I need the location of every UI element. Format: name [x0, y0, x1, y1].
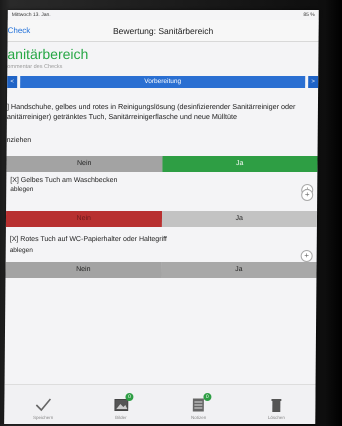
photo-count-badge: 0: [125, 393, 134, 401]
bottom-toolbar: Speichern 0 Bilder 0 Notizen Löschen: [4, 384, 316, 424]
yes-button[interactable]: Ja: [161, 155, 318, 172]
status-bar: Mittwoch 13. Jan. 85 %: [8, 10, 319, 20]
app-screen: Mittwoch 13. Jan. 85 % Check Bewertung: …: [4, 10, 319, 424]
notes-icon: [193, 397, 205, 413]
status-time: Mittwoch 13. Jan.: [11, 12, 51, 18]
question-text: ] Handschuhe, gelbes und rotes in Reinig…: [6, 102, 296, 122]
checkmark-icon: [35, 397, 51, 413]
question-title: [X] Rotes Tuch auf WC-Papierhalter oder …: [9, 235, 167, 243]
comment-field[interactable]: ommentar des Checks: [7, 62, 318, 70]
tab-label: Notizen: [190, 415, 207, 420]
step-prev-button[interactable]: <: [7, 76, 18, 88]
tab-save[interactable]: Speichern: [16, 397, 71, 420]
no-button[interactable]: Nein: [5, 261, 162, 278]
question-action: nziehen: [6, 136, 32, 144]
no-button[interactable]: Nein: [5, 210, 162, 227]
section-title: anitärbereich: [7, 46, 89, 62]
status-battery: 85 %: [303, 12, 315, 18]
step-label: Vorbereitung: [20, 76, 306, 88]
tab-delete[interactable]: Löschen: [249, 397, 304, 420]
question-title: [X] Gelbes Tuch am Waschbecken: [10, 176, 118, 184]
step-navigator: < Vorbereitung >: [7, 76, 319, 88]
tab-label: Bilder: [115, 415, 127, 420]
no-button[interactable]: Nein: [6, 155, 163, 172]
tab-notes[interactable]: 0 Notizen: [171, 393, 226, 420]
answer-toggle: Nein Ja: [5, 210, 318, 227]
add-comment-button[interactable]: +: [300, 249, 313, 262]
answer-toggle: Nein Ja: [5, 261, 317, 278]
question-item: ] Handschuhe, gelbes und rotes in Reinig…: [6, 88, 318, 196]
trash-icon: [271, 397, 282, 413]
yes-button[interactable]: Ja: [161, 210, 318, 227]
question-item: [X] Rotes Tuch auf WC-Papierhalter oder …: [5, 234, 317, 278]
page-title: Bewertung: Sanitärbereich: [112, 25, 214, 36]
answer-toggle: Nein Ja: [6, 155, 318, 172]
nav-bar: Check Bewertung: Sanitärbereich: [7, 20, 319, 42]
question-item: [X] Gelbes Tuch am Waschbecken ablegen +…: [5, 175, 318, 227]
step-next-button[interactable]: >: [308, 76, 319, 88]
question-action: ablegen: [10, 185, 34, 193]
yes-button[interactable]: Ja: [160, 261, 317, 278]
add-comment-button[interactable]: +: [301, 188, 314, 201]
question-action: ablegen: [9, 246, 33, 254]
tab-label: Löschen: [267, 415, 285, 420]
notes-count-badge: 0: [203, 393, 212, 401]
tab-photos[interactable]: 0 Bilder: [93, 393, 148, 420]
tab-label: Speichern: [32, 415, 54, 420]
back-button[interactable]: Check: [8, 26, 68, 35]
